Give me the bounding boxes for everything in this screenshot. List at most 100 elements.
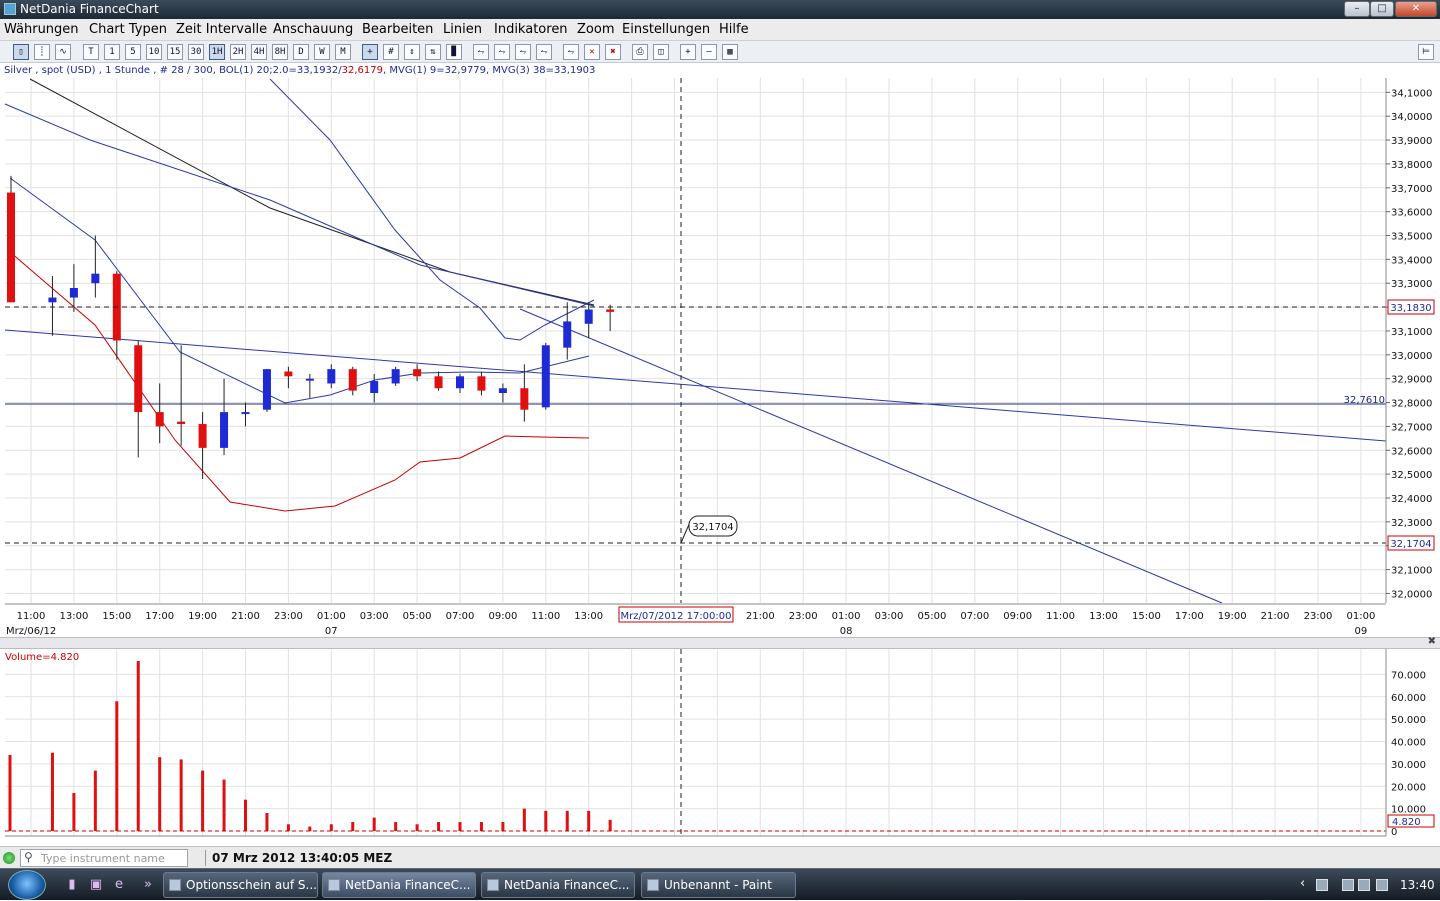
window-title: NetDania FinanceChart: [20, 2, 159, 16]
menu-zoom[interactable]: Zoom: [577, 22, 614, 37]
fibonacci-icon[interactable]: ⥊: [515, 44, 531, 60]
interval-d[interactable]: D: [293, 44, 309, 60]
zoom-reset-icon[interactable]: ▦: [722, 44, 738, 60]
volume-bar: [8, 754, 12, 831]
task-paint-label: Unbenannt - Paint: [664, 878, 772, 892]
task-optionsschein[interactable]: Optionsschein auf S...: [163, 872, 318, 898]
parallel-lines-icon[interactable]: ⥊: [536, 44, 552, 60]
time-tick-label: 03:00: [875, 611, 904, 622]
volume-tick-label: 70.000: [1391, 670, 1426, 681]
zoom-in-icon[interactable]: +: [680, 44, 696, 60]
print-icon[interactable]: ⎙: [632, 44, 648, 60]
volume-current-label: 4.820: [1392, 817, 1421, 828]
interval-15[interactable]: 15: [167, 44, 183, 60]
price-tick-label: 32,6000: [1391, 446, 1432, 457]
task-paint[interactable]: Unbenannt - Paint: [641, 872, 796, 898]
tray-app-icon[interactable]: [1316, 879, 1328, 891]
price-tick-label: 32,0000: [1391, 589, 1432, 600]
minimize-button[interactable]: –: [1344, 1, 1370, 17]
volume-bars-icon[interactable]: ▉: [446, 44, 462, 60]
price-chart[interactable]: 32,1704 34,1000 34,0000 33,9000 33,8000 33,7…: [0, 78, 1440, 637]
menu-linien[interactable]: Linien: [443, 22, 482, 37]
date-label: Mrz/06/12: [6, 626, 56, 637]
maximize-button[interactable]: □: [1370, 1, 1394, 17]
pin-icon[interactable]: ⊨: [1418, 44, 1434, 60]
interval-4h[interactable]: 4H: [251, 44, 267, 60]
crosshair-icon[interactable]: +: [362, 44, 378, 60]
task-netdania-1[interactable]: NetDania FinanceC...: [322, 872, 476, 898]
title-bar: NetDania FinanceChart – □ ✕: [0, 0, 1440, 19]
volume-current-tag: 4.820: [1387, 814, 1435, 828]
zoom-out-icon[interactable]: –: [701, 44, 717, 60]
trendline-icon[interactable]: ⥊: [473, 44, 489, 60]
menu-einstellungen[interactable]: Einstellungen: [622, 22, 710, 37]
indicator-icon[interactable]: ↕: [404, 44, 420, 60]
interval-5[interactable]: 5: [125, 44, 141, 60]
close-button[interactable]: ✕: [1395, 1, 1437, 17]
candle-body: [498, 388, 507, 393]
time-tick-label: 11:00: [17, 611, 46, 622]
menu-zeit-intervalle[interactable]: Zeit Intervalle: [176, 22, 267, 37]
menu-bearbeiten[interactable]: Bearbeiten: [362, 22, 433, 37]
task-netdania-1-label: NetDania FinanceC...: [345, 878, 471, 892]
interval-1h[interactable]: 1H: [209, 44, 225, 60]
interval-2h[interactable]: 2H: [230, 44, 246, 60]
price-tick-label: 34,0000: [1391, 112, 1432, 123]
delete-all-icon[interactable]: ✖: [605, 44, 621, 60]
menu-anschauung[interactable]: Anschauung: [273, 22, 353, 37]
time-tick-label: 11:00: [531, 611, 560, 622]
interval-w[interactable]: W: [314, 44, 330, 60]
taskbar-clock: 13:40: [1400, 878, 1435, 892]
bar-chart-icon[interactable]: ┊: [34, 44, 50, 60]
volume-bar: [158, 757, 162, 831]
interval-10[interactable]: 10: [146, 44, 162, 60]
candle-body: [391, 369, 400, 384]
time-tick-label: 23:00: [1304, 611, 1333, 622]
interval-1[interactable]: 1: [104, 44, 120, 60]
tray-volume-icon[interactable]: [1376, 879, 1388, 891]
interval-8h[interactable]: 8H: [272, 44, 288, 60]
menu-waehrungen[interactable]: Währungen: [4, 22, 79, 37]
close-pane-icon[interactable]: ✖: [1428, 636, 1436, 647]
search-icon: ⚲: [24, 850, 33, 864]
price-tick-label: 33,8000: [1391, 160, 1432, 171]
explorer-icon[interactable]: ▮: [64, 877, 80, 893]
bollinger-lower-info: 32,6179: [341, 65, 384, 76]
start-button[interactable]: [8, 870, 46, 900]
channel-icon[interactable]: ⥊: [494, 44, 510, 60]
interval-m[interactable]: M: [335, 44, 351, 60]
show-desktop-icon[interactable]: ▣: [88, 877, 104, 893]
quicklaunch-more-icon[interactable]: »: [140, 877, 156, 893]
studies-icon[interactable]: ⇅: [425, 44, 441, 60]
instrument-search-input[interactable]: ⚲ Type instrument name: [20, 849, 188, 867]
candle-chart-icon[interactable]: ▯: [13, 44, 29, 60]
tray-network-icon[interactable]: [1358, 879, 1370, 891]
volume-bar: [565, 810, 569, 831]
internet-explorer-icon[interactable]: e: [111, 877, 127, 893]
candle-body: [541, 345, 550, 408]
date-label: 08: [840, 626, 853, 637]
print-preview-icon[interactable]: ◫: [653, 44, 669, 60]
tray-security-icon[interactable]: [1342, 879, 1354, 891]
grid-icon[interactable]: #: [383, 44, 399, 60]
delete-icon[interactable]: ✕: [584, 44, 600, 60]
line-tool-icon[interactable]: ⥊: [563, 44, 579, 60]
task-netdania-2-label: NetDania FinanceC...: [504, 878, 630, 892]
menu-indikatoren[interactable]: Indikatoren: [494, 22, 568, 37]
menu-hilfe[interactable]: Hilfe: [719, 22, 749, 37]
instrument-info: Silver , spot (USD) , 1 Stunde , # 28 / …: [4, 65, 220, 76]
line-chart-icon[interactable]: ∿: [55, 44, 71, 60]
price-tick-label: 32,8000: [1391, 399, 1432, 410]
volume-bar: [93, 770, 97, 831]
menu-chart-typen[interactable]: Chart Typen: [89, 22, 167, 37]
task-netdania-2[interactable]: NetDania FinanceC...: [481, 872, 635, 898]
interval-t[interactable]: T: [83, 44, 99, 60]
time-tick-label: 01:00: [1346, 611, 1375, 622]
cursor-time-label: Mrz/07/2012 17:00:00: [621, 611, 732, 622]
volume-chart[interactable]: 70.000 60.000 50.000 40.000 30.000 20.000 10.0…: [0, 649, 1440, 846]
time-tick-label: 19:00: [188, 611, 217, 622]
volume-tick-label: 60.000: [1391, 693, 1426, 704]
interval-30[interactable]: 30: [188, 44, 204, 60]
tray-expand-icon[interactable]: ‹: [1300, 876, 1305, 891]
pane-separator[interactable]: ✖: [0, 636, 1440, 649]
